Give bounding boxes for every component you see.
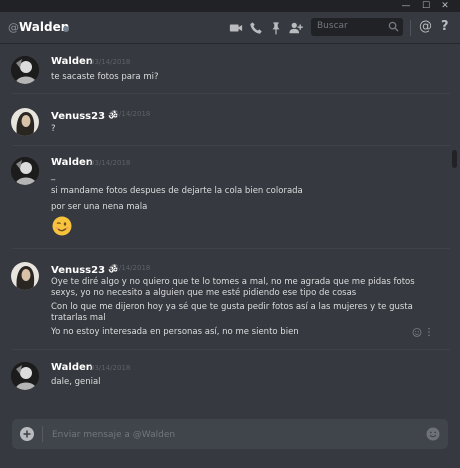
search-icon [388,21,399,32]
message-divider [12,349,450,350]
at-symbol: @ [8,21,19,34]
message-divider [12,248,450,249]
video-call-icon[interactable] [229,21,243,35]
maximize-button[interactable]: ☐ [419,0,433,12]
avatar-walden-image [11,157,39,185]
emoji-picker-icon[interactable] [426,427,440,441]
message-text: Yo no estoy interesada en personas así, … [51,327,299,337]
composer-divider [42,426,43,442]
window-titlebar: — ☐ ✕ [0,0,460,12]
message-timestamp: 03/14/2018 [90,364,131,372]
message-text: dale, genial [51,377,101,387]
message-author[interactable]: Walden [51,362,93,373]
message-text: sexys, yo no necesito a alguien que me e… [51,288,357,298]
avatar-venuss23-image [11,108,39,136]
message-author[interactable]: Venuss23 ॐ [51,262,118,276]
mentions-icon[interactable]: @ [419,19,432,34]
help-icon[interactable]: ? [441,19,449,34]
message-text: ? [51,124,56,134]
avatar-venuss23[interactable] [11,262,39,290]
upload-plus-icon[interactable] [20,427,34,441]
scrollbar-thumb[interactable] [452,150,457,168]
avatar-venuss23-image [11,262,39,290]
avatar-walden-image [11,56,39,84]
header-divider [410,20,411,36]
message-divider [12,145,450,146]
message-author[interactable]: Walden [51,56,93,67]
phone-call-icon[interactable] [249,21,263,35]
minimize-button[interactable]: — [399,0,413,12]
search-box[interactable]: Buscar [311,18,403,36]
message-text: Oye te diré algo y no quiero que te lo t… [51,277,415,287]
message-timestamp: 03/14/2018 [110,264,151,272]
message-text: tratarlas mal [51,313,106,323]
message-timestamp: 03/14/2018 [90,159,131,167]
status-dot [63,26,69,32]
message-text: Con lo que me dijeron hoy ya sé que te g… [51,302,413,312]
add-friend-icon[interactable] [289,21,303,35]
message-text: por ser una nena mala [51,202,148,212]
message-text: si mandame fotos despues de dejarte la c… [51,186,303,196]
message-text: te sacaste fotos para mi? [51,72,159,82]
more-options-icon[interactable] [427,327,431,337]
avatar-walden[interactable] [11,157,39,185]
add-reaction-icon[interactable] [412,327,422,337]
message-author[interactable]: Walden [51,157,93,168]
channel-name: Walden [19,20,70,34]
message-divider [12,93,450,94]
message-composer [12,419,448,449]
close-button[interactable]: ✕ [438,0,452,12]
search-placeholder: Buscar [317,21,348,31]
avatar-venuss23[interactable] [11,108,39,136]
message-input[interactable] [50,424,414,446]
avatar-walden-image [11,362,39,390]
avatar-walden[interactable] [11,56,39,84]
winking-face-emoji-icon [52,216,72,236]
message-author[interactable]: Venuss23 ॐ [51,108,118,122]
avatar-walden[interactable] [11,362,39,390]
message-timestamp: 03/14/2018 [90,58,131,66]
message-timestamp: 03/14/2018 [110,110,151,118]
pin-icon[interactable] [269,21,283,35]
channel-header: @ Walden Buscar @ ? [0,12,460,44]
message-text: _ [51,171,56,181]
